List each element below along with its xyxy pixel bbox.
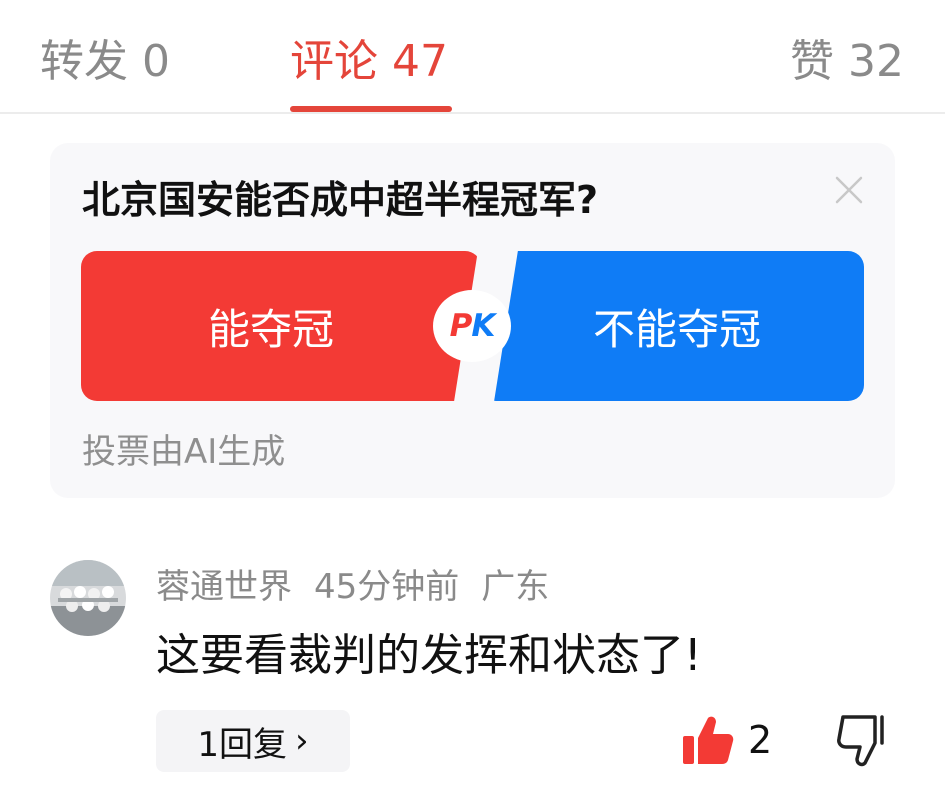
- reply-button[interactable]: 1回复 ›: [156, 710, 350, 772]
- poll-footnote: 投票由AI生成: [82, 432, 286, 472]
- comment-location: 广东: [481, 567, 550, 607]
- avatar[interactable]: [50, 560, 126, 636]
- vote-yes-button[interactable]: 能夺冠: [81, 251, 481, 401]
- close-icon[interactable]: [832, 173, 866, 207]
- reply-label: 1回复: [197, 724, 288, 765]
- poll-card: 北京国安能否成中超半程冠军? 能夺冠 不能夺冠 PK 投票由AI生成: [50, 143, 895, 498]
- tab-likes[interactable]: 赞 32: [790, 34, 904, 90]
- comment-text: 这要看裁判的发挥和状态了!: [156, 630, 702, 681]
- vote-yes-label: 能夺冠: [207, 304, 334, 354]
- chevron-right-icon: ›: [295, 721, 309, 761]
- thumbs-down-icon[interactable]: [835, 713, 889, 767]
- pk-letter-p: P: [449, 308, 473, 344]
- vote-no-label: 不能夺冠: [592, 304, 761, 354]
- active-tab-indicator: [290, 106, 452, 112]
- vote-no-button[interactable]: 不能夺冠: [480, 251, 864, 401]
- poll-question: 北京国安能否成中超半程冠军?: [82, 178, 599, 222]
- tab-comments[interactable]: 评论 47: [290, 34, 448, 90]
- comment-username[interactable]: 蓉通世界: [156, 567, 292, 607]
- comment-time: 45分钟前: [314, 567, 460, 607]
- thumbs-up-icon[interactable]: [681, 714, 735, 766]
- tab-bar: 转发 0 评论 47 赞 32: [0, 0, 945, 114]
- like-count: 2: [748, 718, 773, 762]
- comment-meta: 蓉通世界 45分钟前 广东: [156, 565, 549, 609]
- pk-badge: PK: [433, 290, 511, 362]
- pk-letter-k: K: [471, 308, 495, 344]
- tab-repost[interactable]: 转发 0: [40, 34, 170, 90]
